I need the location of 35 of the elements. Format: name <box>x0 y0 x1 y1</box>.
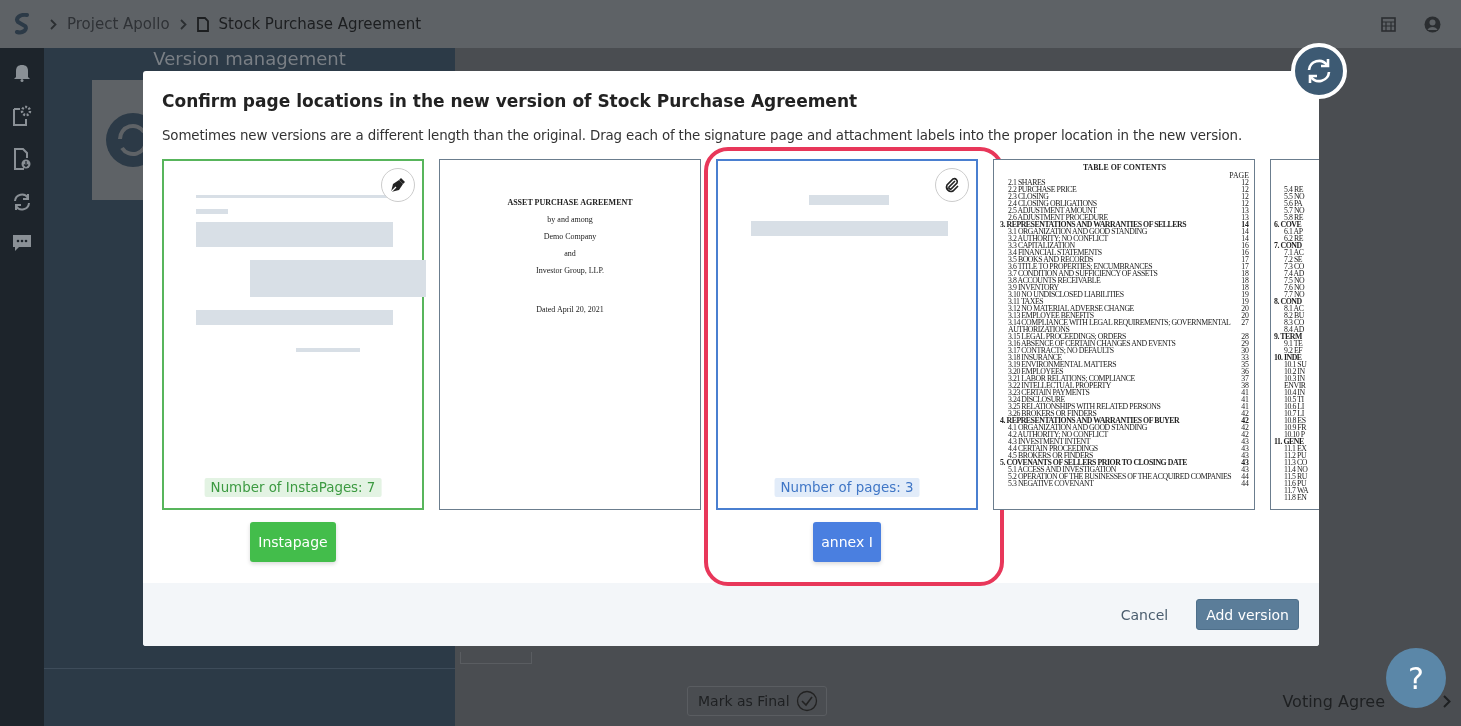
page-label-button[interactable]: Instapage <box>250 522 336 562</box>
help-button[interactable]: ? <box>1386 648 1446 708</box>
document-text: and <box>564 249 576 258</box>
text-placeholder <box>196 209 228 214</box>
add-version-button[interactable]: Add version <box>1196 599 1299 630</box>
page-thumbnail[interactable] <box>1270 159 1319 510</box>
pen-nib-icon <box>389 176 407 194</box>
bell-icon[interactable] <box>13 62 31 82</box>
page-thumbnail[interactable]: Number of pages: 3 <box>716 159 978 510</box>
document-text: Investor Group, LLP. <box>536 266 604 275</box>
panel-title: Version management <box>153 48 346 70</box>
chevron-icon <box>179 18 187 30</box>
page-thumbnail[interactable]: Number of InstaPages: 7 <box>162 159 424 510</box>
document-icon <box>196 16 209 32</box>
paperclip-icon <box>943 176 961 194</box>
dialog-description: Sometimes new versions are a different length than the original. Drag each of the signature page and attachment labels into the proper location in the new version. <box>162 128 1244 143</box>
document-text: Dated April 20, 2021 <box>536 305 604 314</box>
chevron-icon <box>50 18 57 30</box>
breadcrumb-current: Stock Purchase Agreement <box>218 15 422 33</box>
page-thumbnail[interactable]: ASSET PURCHASE AGREEMENT by and among Demo Company and Investor Group, LLP. Dated April 20, 2021 <box>439 159 701 510</box>
refresh-icon[interactable] <box>12 192 32 212</box>
document-text: ASSET PURCHASE AGREEMENT <box>507 198 633 207</box>
cancel-button[interactable]: Cancel <box>1114 605 1175 624</box>
dialog-title: Confirm page locations in the new version of Stock Purchase Agreement <box>162 91 859 111</box>
page-count-badge: Number of InstaPages: 7 <box>204 478 382 497</box>
chat-icon[interactable] <box>12 234 32 252</box>
page-label-button[interactable]: annex I <box>813 522 881 562</box>
text-placeholder <box>296 348 360 352</box>
page-thumbnail[interactable] <box>993 159 1255 510</box>
document-settings-icon[interactable] <box>12 104 32 126</box>
page-count-badge: Number of pages: 3 <box>774 478 920 497</box>
document-text: Demo Company <box>543 232 597 241</box>
document-download-icon[interactable] <box>13 148 31 170</box>
check-circle-icon <box>795 690 818 712</box>
document-text: by and among <box>547 215 593 224</box>
